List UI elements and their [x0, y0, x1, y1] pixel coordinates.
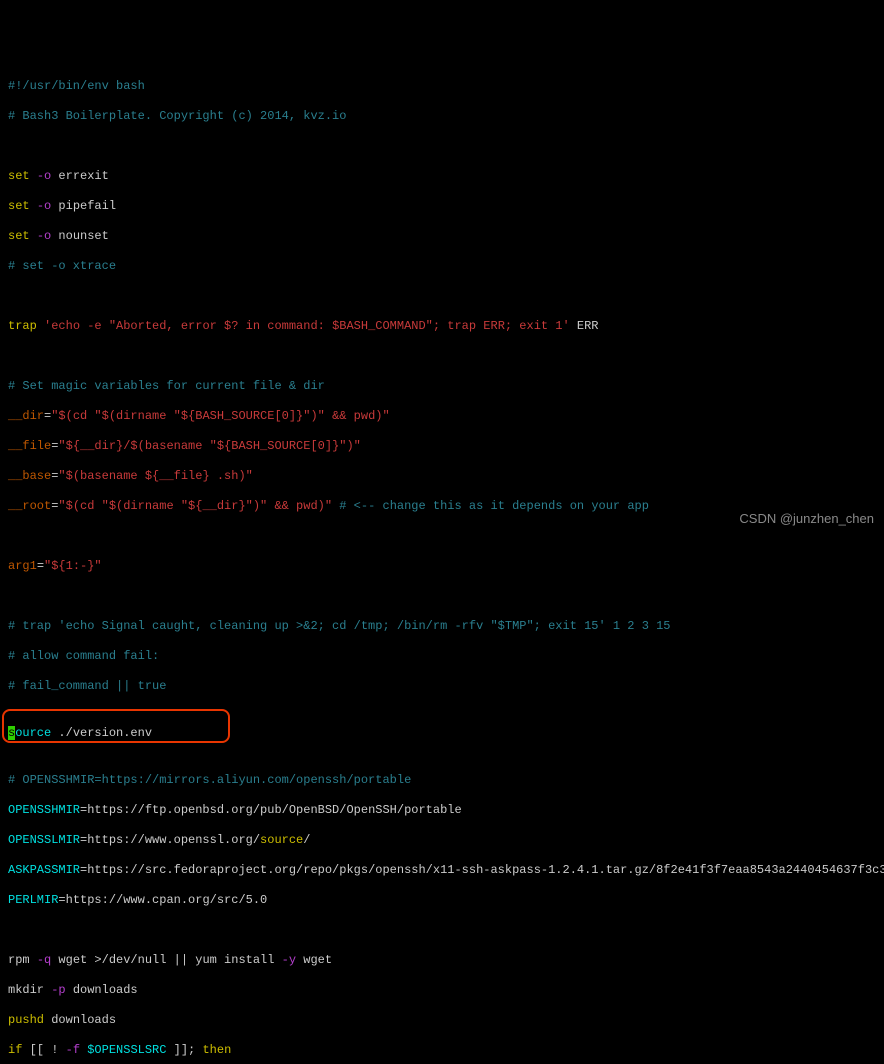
pushd-arg: downloads	[44, 1013, 116, 1027]
set-val: pipefail	[58, 199, 116, 213]
yum-opt-y: -y	[282, 953, 296, 967]
set-opt: -o	[37, 229, 51, 243]
if-var: $OPENSSLSRC	[80, 1043, 166, 1057]
val-opensslmir: =https://www.openssl.org/	[80, 833, 260, 847]
if-bracket: [[ !	[22, 1043, 65, 1057]
var-opensshmir: OPENSSHMIR	[8, 803, 80, 817]
rpm-cmd: rpm	[8, 953, 37, 967]
slash: /	[303, 833, 310, 847]
cursor: s	[8, 726, 15, 740]
var-file-val: "${__dir}/$(basename "${BASH_SOURCE[0]}"…	[58, 439, 360, 453]
trap-err: ERR	[570, 319, 599, 333]
set-cmd: set	[8, 199, 30, 213]
yum-arg: wget	[296, 953, 332, 967]
val-opensshmir: =https://ftp.openbsd.org/pub/OpenBSD/Ope…	[80, 803, 462, 817]
comment-allow-fail: # allow command fail:	[8, 649, 876, 664]
set-val: errexit	[58, 169, 108, 183]
var-dir-val: "$(cd "$(dirname "${BASH_SOURCE[0]}")" &…	[51, 409, 389, 423]
val-askpassmir: =https://src.fedoraproject.org/repo/pkgs…	[80, 863, 884, 877]
source-arg: ./version.env	[51, 726, 152, 740]
code-block: #!/usr/bin/env bash # Bash3 Boilerplate.…	[8, 64, 876, 1064]
set-opt: -o	[37, 169, 51, 183]
var-opensslmir: OPENSSLMIR	[8, 833, 80, 847]
var-base-val: "$(basename ${__file} .sh)"	[58, 469, 252, 483]
source-cmd: ource	[15, 726, 51, 740]
var-base: __base	[8, 469, 51, 483]
var-root: __root	[8, 499, 51, 513]
if-kw: if	[8, 1043, 22, 1057]
comment-trap-signal: # trap 'echo Signal caught, cleaning up …	[8, 619, 876, 634]
rpm-opt-q: -q	[37, 953, 51, 967]
comment-magic-vars: # Set magic variables for current file &…	[8, 379, 876, 394]
var-file: __file	[8, 439, 51, 453]
var-root-val: "$(cd "$(dirname "${__dir}")" && pwd)"	[58, 499, 332, 513]
var-arg1: arg1	[8, 559, 37, 573]
var-arg1-val: "${1:-}"	[44, 559, 102, 573]
shebang: #!/usr/bin/env bash	[8, 79, 876, 94]
var-perlmir: PERLMIR	[8, 893, 58, 907]
pushd-cmd: pushd	[8, 1013, 44, 1027]
set-val: nounset	[58, 229, 108, 243]
trap-cmd: trap	[8, 319, 37, 333]
comment-xtrace: # set -o xtrace	[8, 259, 876, 274]
rpm-rest: wget >/dev/null || yum install	[51, 953, 281, 967]
mkdir-arg: downloads	[66, 983, 138, 997]
eq: =	[37, 559, 44, 573]
trap-string: 'echo -e "Aborted, error $? in command: …	[44, 319, 570, 333]
then-kw: then	[202, 1043, 231, 1057]
watermark: CSDN @junzhen_chen	[739, 511, 874, 526]
copyright-comment: # Bash3 Boilerplate. Copyright (c) 2014,…	[8, 109, 876, 124]
highlighted-line-box: source ./version.env	[2, 709, 230, 743]
set-cmd: set	[8, 169, 30, 183]
comment-root: # <-- change this as it depends on your …	[332, 499, 649, 513]
comment-opensshmir: # OPENSSHMIR=https://mirrors.aliyun.com/…	[8, 773, 876, 788]
var-askpassmir: ASKPASSMIR	[8, 863, 80, 877]
var-dir: __dir	[8, 409, 44, 423]
set-cmd: set	[8, 229, 30, 243]
if-opt-f: -f	[66, 1043, 80, 1057]
if-close: ]];	[166, 1043, 202, 1057]
mkdir-opt-p: -p	[51, 983, 65, 997]
set-opt: -o	[37, 199, 51, 213]
comment-fail-cmd: # fail_command || true	[8, 679, 876, 694]
source-word: source	[260, 833, 303, 847]
val-perlmir: =https://www.cpan.org/src/5.0	[58, 893, 267, 907]
mkdir-cmd: mkdir	[8, 983, 51, 997]
